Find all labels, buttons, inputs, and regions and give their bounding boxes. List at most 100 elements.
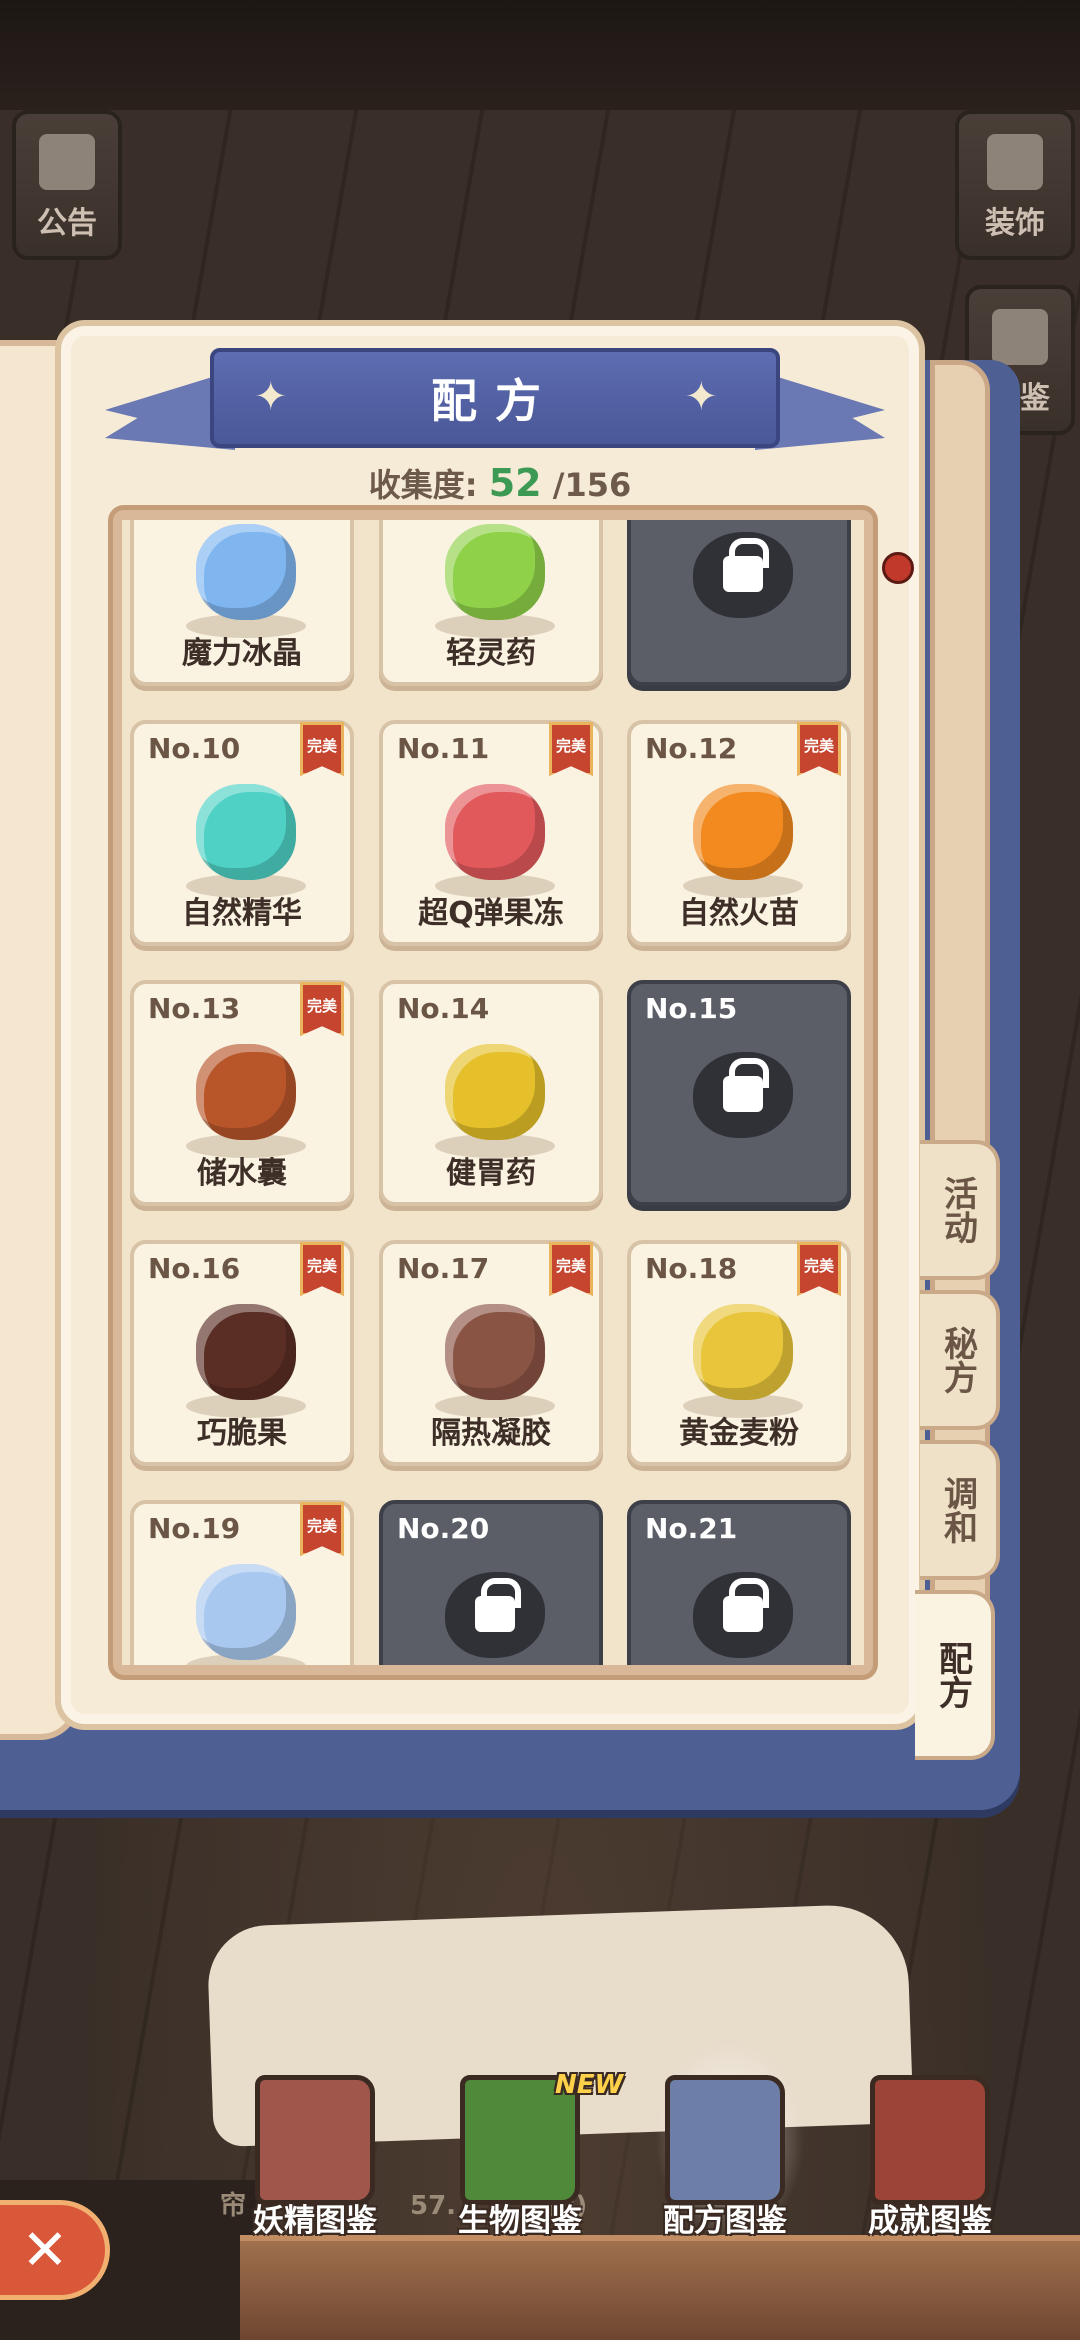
recipe-card[interactable]: No.19 完美 (130, 1500, 354, 1665)
gel-cube-icon (445, 1304, 545, 1400)
recipe-book-icon (665, 2075, 785, 2205)
nav-fairy-book[interactable]: 妖精图鉴 (215, 2070, 415, 2240)
nav-creature-book-label: 生物图鉴 (458, 2203, 582, 2239)
decoration-button[interactable]: 装饰 (955, 110, 1075, 260)
locked-recipe-card[interactable]: No.21 (627, 1500, 851, 1665)
page-title-ribbon: ✦ 配方 ✦ (210, 348, 780, 448)
bottom-shelf (240, 2235, 1080, 2340)
recipe-card[interactable]: No.17 完美隔热凝胶 (379, 1240, 603, 1466)
green-potion-bowl-icon (445, 524, 545, 620)
notice-button[interactable]: 公告 (12, 110, 122, 260)
recipe-number: No.19 (148, 1512, 241, 1545)
locked-recipe-card[interactable] (627, 520, 851, 686)
recipe-card[interactable]: 轻灵药 (379, 520, 603, 686)
ice-crystal-icon (196, 524, 296, 620)
nav-recipe-book[interactable]: 配方图鉴 (625, 2070, 825, 2240)
perfect-badge: 完美 (300, 982, 344, 1036)
nav-achievement-book-label: 成就图鉴 (868, 2203, 992, 2239)
recipe-number: No.12 (645, 732, 738, 765)
recipe-card[interactable]: No.10 完美自然精华 (130, 720, 354, 946)
recipe-number: No.20 (397, 1512, 490, 1545)
new-badge: NEW (555, 2070, 624, 2100)
perfect-badge: 完美 (300, 722, 344, 776)
recipe-name: 超Q弹果冻 (418, 896, 564, 931)
recipe-number: No.15 (645, 992, 738, 1025)
tab-secret-recipe-label: 秘方 (937, 1326, 978, 1394)
collection-current: 52 (488, 461, 542, 505)
background-shelf (0, 0, 1080, 110)
tab-activity-label: 活动 (937, 1176, 978, 1244)
recipe-number: No.17 (397, 1252, 490, 1285)
perfect-badge: 完美 (300, 1502, 344, 1556)
recipe-grid[interactable]: 魔力冰晶 轻灵药 No.10 完美 自然精华 No.11 完美 超Q弹果冻 No.12 完美 自然火… (122, 520, 864, 1665)
recipe-name: 自然精华 (182, 896, 302, 931)
nature-essence-icon (196, 784, 296, 880)
recipe-name: 黄金麦粉 (679, 1416, 799, 1451)
star-icon: ✦ (684, 374, 736, 420)
perfect-badge: 完美 (549, 1242, 593, 1296)
yellow-potion-bowl-icon (445, 1044, 545, 1140)
crown-book-icon (992, 309, 1048, 365)
recipe-number: No.10 (148, 732, 241, 765)
recipe-number: No.18 (645, 1252, 738, 1285)
recipe-card[interactable]: No.11 完美超Q弹果冻 (379, 720, 603, 946)
achievement-book-icon (870, 2075, 990, 2205)
nav-fairy-book-label: 妖精图鉴 (253, 2203, 377, 2239)
perfect-badge: 完美 (797, 1242, 841, 1296)
lock-icon (723, 1578, 769, 1632)
rain-cloud-icon (196, 1564, 296, 1660)
tab-activity[interactable]: 活动 (920, 1140, 1000, 1280)
lock-icon (723, 538, 769, 592)
decoration-label: 装饰 (985, 206, 1045, 241)
locked-recipe-card[interactable]: No.15 (627, 980, 851, 1206)
chocolate-icon (196, 1304, 296, 1400)
page-title: 配方 (431, 374, 559, 428)
recipe-number: No.14 (397, 992, 490, 1025)
notice-icon (39, 134, 95, 190)
recipe-card[interactable]: No.12 完美自然火苗 (627, 720, 851, 946)
lock-icon (475, 1578, 521, 1632)
jelly-icon (445, 784, 545, 880)
tab-recipe[interactable]: 配方 (915, 1590, 995, 1760)
recipe-name: 巧脆果 (197, 1416, 287, 1451)
recipe-name: 自然火苗 (679, 896, 799, 931)
collection-total: /156 (552, 466, 632, 504)
recipe-card[interactable]: No.18 完美黄金麦粉 (627, 1240, 851, 1466)
nav-recipe-book-label: 配方图鉴 (663, 2203, 787, 2239)
flame-icon (693, 784, 793, 880)
scroll-indicator[interactable] (882, 552, 914, 584)
tab-recipe-label: 配方 (932, 1641, 973, 1709)
close-icon: ✕ (21, 2217, 69, 2283)
locked-recipe-card[interactable]: No.20 (379, 1500, 603, 1665)
recipe-number: No.16 (148, 1252, 241, 1285)
fairy-book-icon (255, 2075, 375, 2205)
perfect-badge: 完美 (549, 722, 593, 776)
close-button[interactable]: ✕ (0, 2200, 110, 2300)
decoration-icon (987, 134, 1043, 190)
recipe-card[interactable]: 魔力冰晶 (130, 520, 354, 686)
golden-flour-icon (693, 1304, 793, 1400)
recipe-name: 健胃药 (446, 1156, 536, 1191)
recipe-number: No.13 (148, 992, 241, 1025)
collection-label: 收集度: (368, 466, 478, 504)
water-pouch-icon (196, 1044, 296, 1140)
perfect-badge: 完美 (797, 722, 841, 776)
recipe-name: 魔力冰晶 (182, 636, 302, 671)
lock-icon (723, 1058, 769, 1112)
recipe-number: No.11 (397, 732, 490, 765)
nav-achievement-book[interactable]: 成就图鉴 (830, 2070, 1030, 2240)
recipe-name: 储水囊 (197, 1156, 287, 1191)
recipe-name: 轻灵药 (446, 636, 536, 671)
tab-blend[interactable]: 调和 (920, 1440, 1000, 1580)
star-icon: ✦ (254, 374, 306, 420)
recipe-card[interactable]: No.13 完美储水囊 (130, 980, 354, 1206)
recipe-name: 隔热凝胶 (431, 1416, 551, 1451)
recipe-card[interactable]: No.16 完美巧脆果 (130, 1240, 354, 1466)
tab-blend-label: 调和 (937, 1476, 978, 1544)
notice-label: 公告 (37, 206, 97, 241)
collection-progress: 收集度: 52 /156 (0, 460, 1000, 506)
recipe-number: No.21 (645, 1512, 738, 1545)
perfect-badge: 完美 (300, 1242, 344, 1296)
tab-secret-recipe[interactable]: 秘方 (920, 1290, 1000, 1430)
recipe-card[interactable]: No.14 健胃药 (379, 980, 603, 1206)
